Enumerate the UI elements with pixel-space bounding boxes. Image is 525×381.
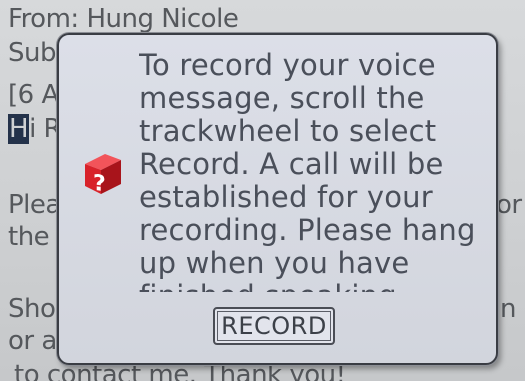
dialog-message-line: message, scroll the — [139, 81, 425, 115]
dialog-message-line: finished speaking. — [139, 280, 484, 292]
email-body-line-2: the — [8, 222, 50, 252]
dialog-message-line: trackwheel to select — [139, 114, 437, 148]
email-body-line-3: Sho — [8, 294, 56, 324]
device-screen: From: Hung Nicole Sub [6 A Hi R Plea or … — [0, 0, 525, 381]
dialog-message-line: up when you have — [139, 246, 410, 280]
dialog-message-line: recording. Please hang — [139, 213, 476, 247]
record-voice-dialog: ? To record your voice message, scroll t… — [57, 33, 498, 365]
dialog-message: To record your voice message, scroll the… — [139, 49, 484, 304]
record-button[interactable]: RECORD — [213, 307, 335, 345]
email-body-line-1-right: or — [496, 190, 522, 220]
email-subject-line: Sub — [8, 38, 57, 68]
text-cursor: H — [8, 114, 30, 144]
dialog-message-line: Record. A call will be — [139, 147, 444, 181]
email-greeting-line: Hi R — [8, 114, 62, 144]
email-body-line-4: or a — [8, 326, 57, 356]
dialog-message-line: established for your — [139, 180, 433, 214]
email-attachment-line: [6 A — [8, 80, 59, 110]
email-body-line-1: Plea — [8, 190, 61, 220]
question-mark-icon: ? — [85, 154, 121, 196]
svg-text:?: ? — [93, 170, 106, 196]
email-body-line-3-right: n — [500, 294, 516, 324]
dialog-message-line: To record your voice — [139, 49, 436, 82]
email-from-line: From: Hung Nicole — [8, 4, 239, 34]
